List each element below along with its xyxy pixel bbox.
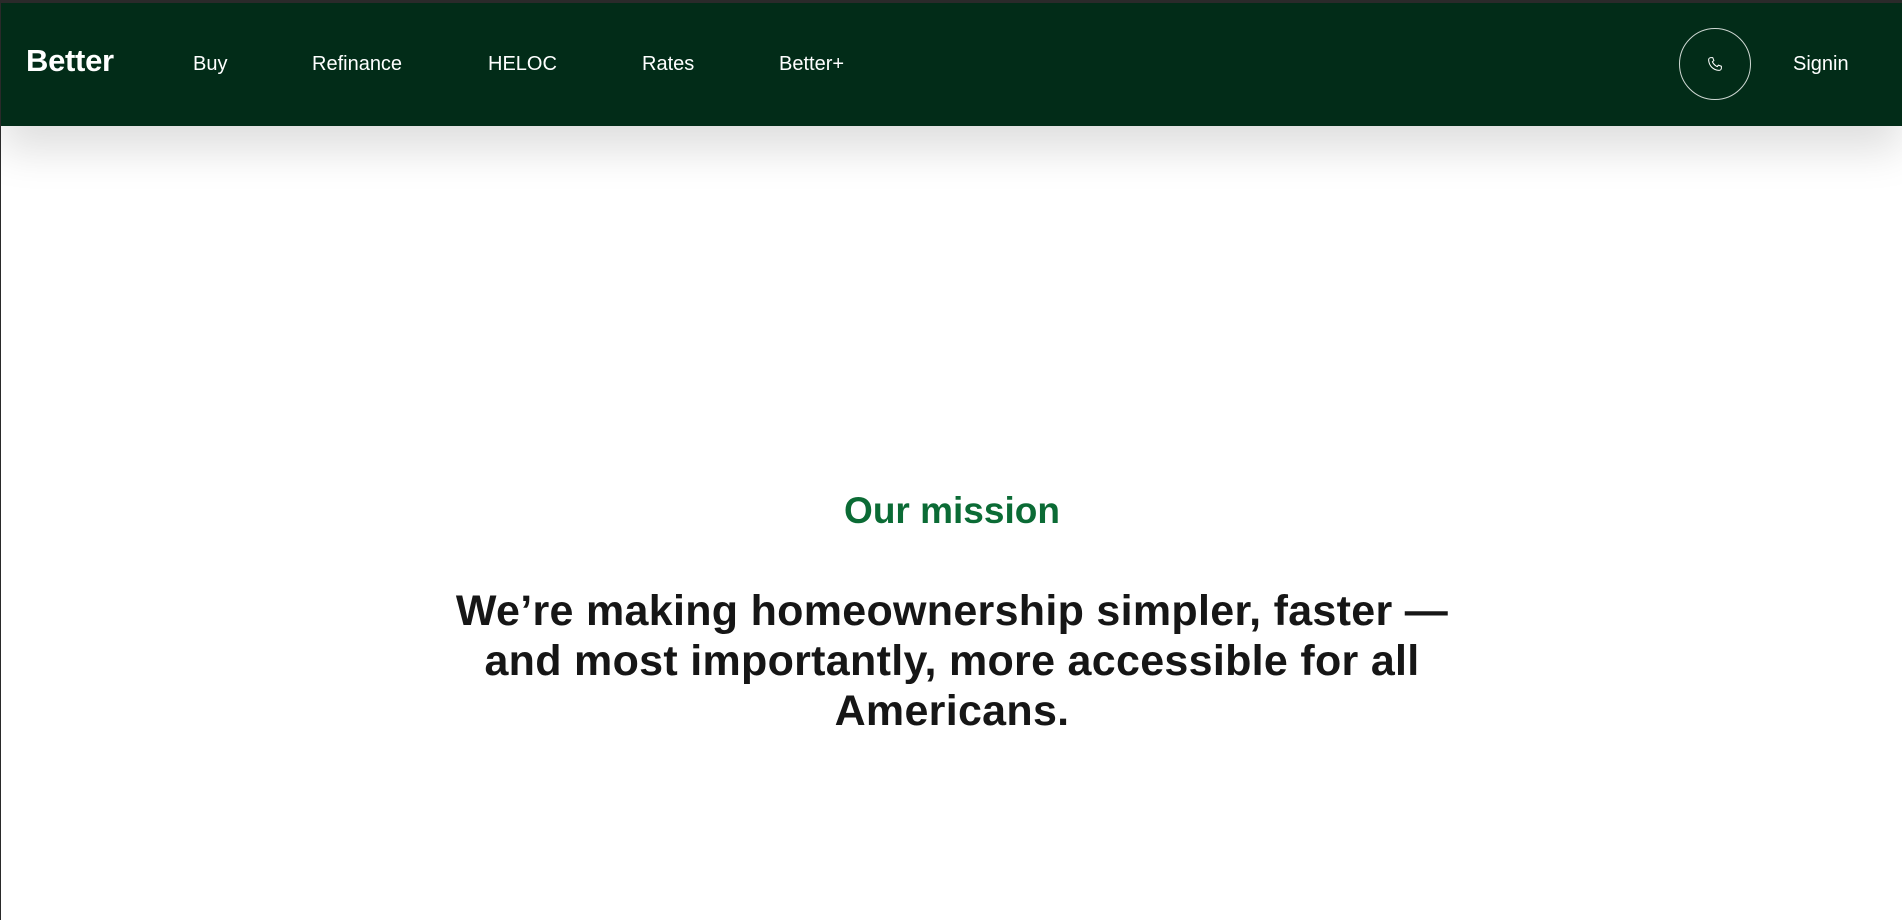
mission-eyebrow-heading: Our mission: [844, 490, 1060, 531]
phone-button[interactable]: [1679, 28, 1751, 100]
nav-link-buy[interactable]: Buy: [193, 53, 227, 76]
signin-link[interactable]: Signin: [1793, 53, 1849, 76]
nav-link-refinance[interactable]: Refinance: [312, 53, 402, 76]
mission-statement: We’re making homeownership simpler, fast…: [455, 587, 1449, 735]
page-frame: Better Buy Refinance HELOC Rates Better+…: [0, 0, 1902, 920]
nav-link-heloc[interactable]: HELOC: [488, 53, 557, 76]
top-navigation-bar: Better Buy Refinance HELOC Rates Better+…: [1, 3, 1902, 126]
nav-link-better-plus[interactable]: Better+: [779, 53, 844, 76]
phone-icon: [1708, 57, 1722, 71]
better-logo[interactable]: Better: [26, 43, 114, 79]
nav-link-rates[interactable]: Rates: [642, 53, 694, 76]
